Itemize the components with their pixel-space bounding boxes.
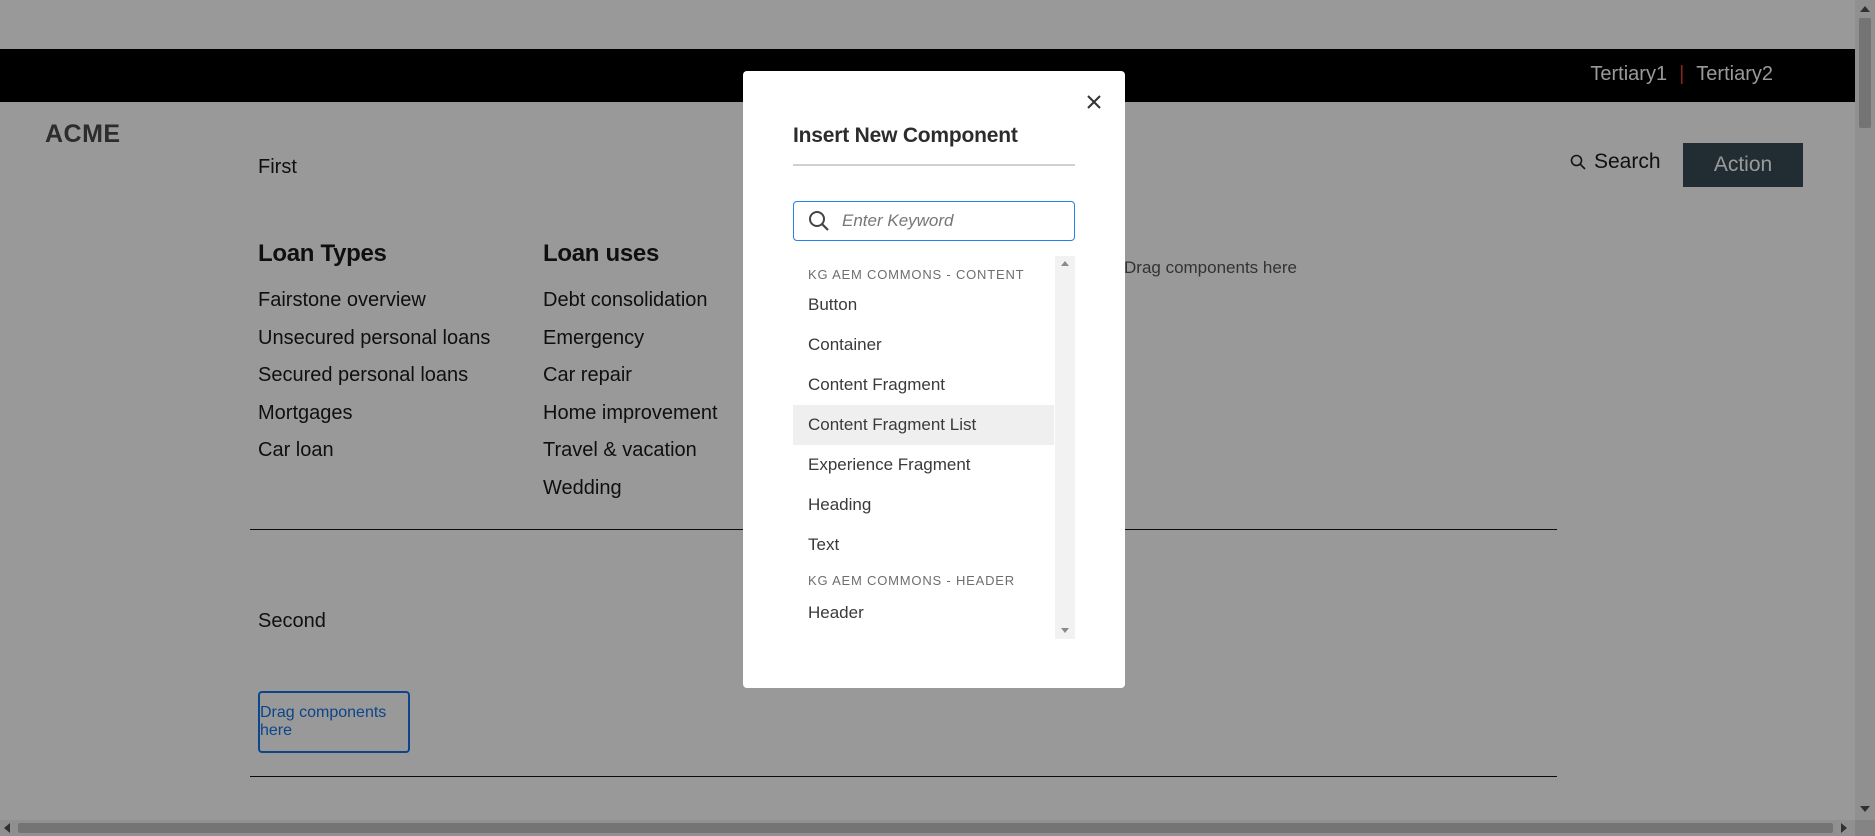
close-button[interactable]: [1081, 89, 1107, 115]
component-item[interactable]: Content Fragment List: [793, 405, 1054, 445]
keyword-search-field[interactable]: [793, 201, 1075, 241]
close-icon: [1087, 95, 1101, 109]
search-icon: [809, 211, 829, 231]
component-item[interactable]: Container: [793, 325, 1054, 365]
list-scrollbar[interactable]: [1055, 256, 1075, 639]
list-scroll-up-icon[interactable]: [1061, 261, 1069, 266]
component-item[interactable]: Text: [793, 525, 1054, 565]
component-item[interactable]: Header: [793, 593, 1054, 633]
component-list[interactable]: KG AEM COMMONS - CONTENT Button Container C…: [793, 256, 1075, 639]
component-item[interactable]: Experience Fragment: [793, 445, 1054, 485]
component-item[interactable]: Button: [793, 285, 1054, 325]
list-scroll-down-icon[interactable]: [1061, 628, 1069, 633]
dialog-title: Insert New Component: [793, 124, 1018, 147]
keyword-input[interactable]: [840, 210, 1064, 232]
insert-component-dialog: Insert New Component KG AEM COMMONS - CO…: [743, 71, 1125, 688]
component-group-label: KG AEM COMMONS - HEADER: [808, 573, 1015, 588]
title-underline: [793, 164, 1075, 166]
component-item[interactable]: Heading: [793, 485, 1054, 525]
component-item[interactable]: Content Fragment: [793, 365, 1054, 405]
component-group-label: KG AEM COMMONS - CONTENT: [808, 267, 1025, 282]
